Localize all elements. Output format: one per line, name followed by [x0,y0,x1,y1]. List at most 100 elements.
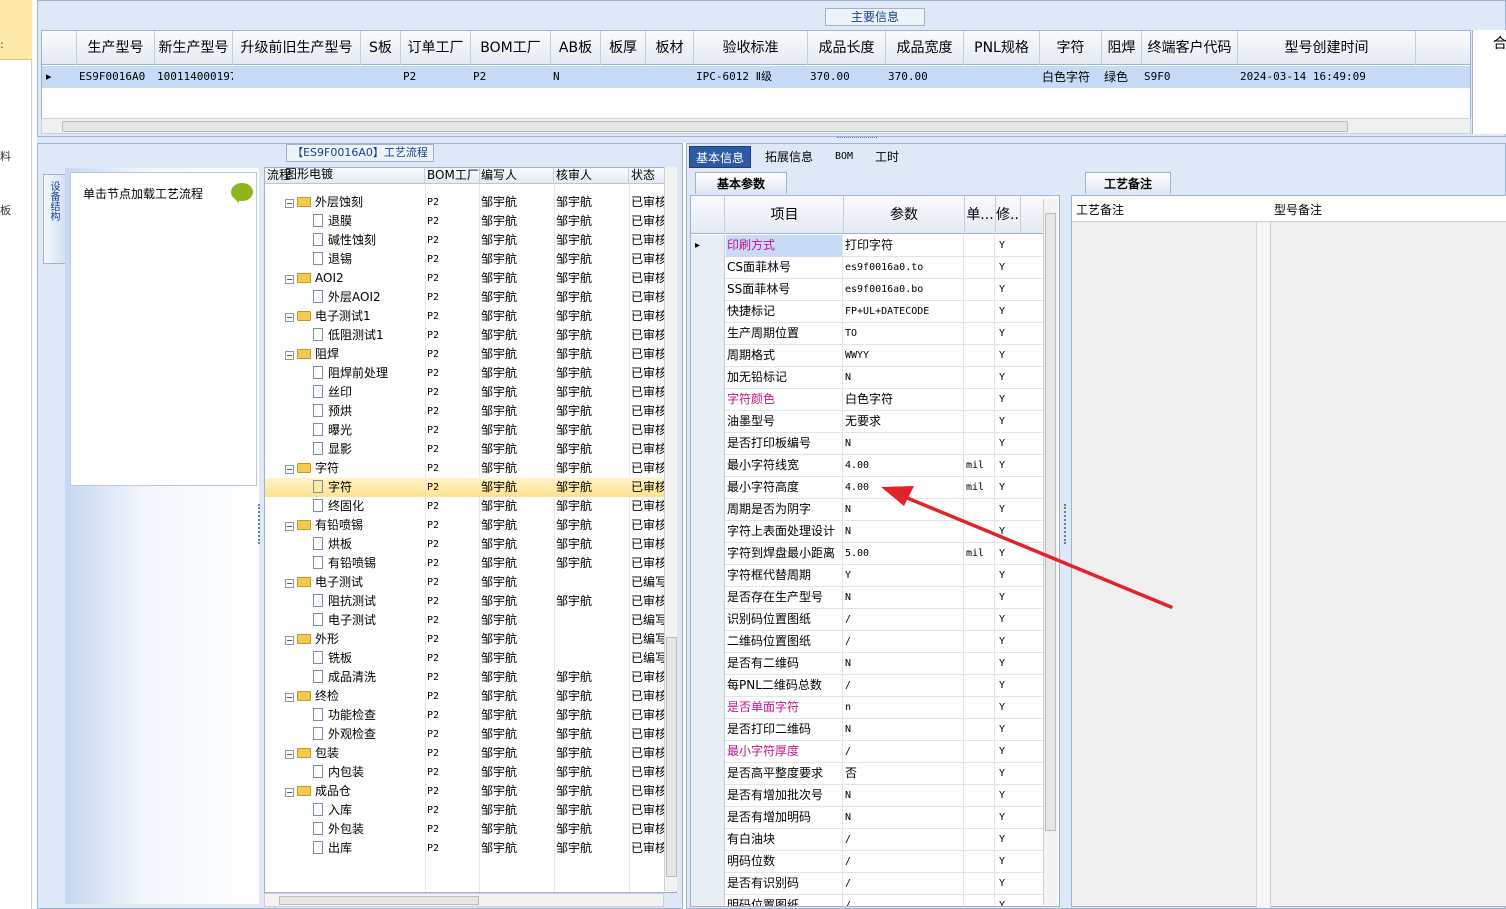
notes-vscrollbar[interactable] [1256,222,1270,908]
row-header[interactable] [691,367,725,389]
cell-param[interactable]: 5.00 [844,543,964,565]
row-header[interactable] [691,543,725,565]
cell-param[interactable]: N [844,433,964,455]
table-row[interactable]: 周期格式 WWYY Y [691,345,1049,367]
table-row[interactable]: 是否高平整度要求否 Y [691,763,1049,785]
row-header[interactable] [691,741,725,763]
row-header[interactable] [691,565,725,587]
row-header[interactable] [691,631,725,653]
column-header[interactable]: 参数 [844,196,965,234]
row-header[interactable] [691,719,725,741]
collapse-icon[interactable]: − [285,750,294,759]
collapse-icon[interactable]: − [285,579,294,588]
cell-param[interactable]: N [844,785,964,807]
column-header[interactable]: 单... [965,196,996,234]
tree-row[interactable]: 低阻测试1 P2 邹宇航 邹宇航 已审核 [265,326,665,345]
row-header[interactable] [691,653,725,675]
tree-row[interactable]: 内包装 P2 邹宇航 邹宇航 已审核 [265,763,665,782]
table-row[interactable]: 生产周期位置 TO Y [691,323,1049,345]
tree-row[interactable]: 出库 P2 邹宇航 邹宇航 已审核 [265,839,665,858]
column-header[interactable]: S板 [361,31,401,65]
collapse-icon[interactable]: − [285,636,294,645]
cell-param[interactable]: WWYY [844,345,964,367]
left-nav-item-2[interactable]: 料 [0,148,11,164]
collapse-icon[interactable]: − [285,465,294,474]
cell-param[interactable]: N [844,521,964,543]
table-row[interactable]: 每PNL二维码总数 / Y [691,675,1049,697]
column-header[interactable]: 字符 [1040,31,1102,65]
cell-param[interactable]: / [844,873,964,895]
row-header[interactable] [691,279,725,301]
table-row[interactable]: 是否打印板编号 N Y [691,433,1049,455]
table-row[interactable]: SS面菲林号 es9f0016a0.bo Y [691,279,1049,301]
tree-row[interactable]: 图形电镀 [265,168,665,184]
table-row[interactable]: 是否打印二维码 N Y [691,719,1049,741]
column-header[interactable]: 新生产型号 [155,31,233,65]
table-row[interactable]: ▸ ES9F0016A0 10011400019707 P2 P2 N IPC-6012 Ⅱ… [42,66,1470,88]
row-header[interactable] [691,389,725,411]
collapse-icon[interactable]: − [285,788,294,797]
tree-row[interactable]: − 有铅喷锡 P2 邹宇航 邹宇航 已审核 [265,516,665,535]
tree-row[interactable]: 外包装 P2 邹宇航 邹宇航 已审核 [265,820,665,839]
table-row[interactable]: CS面菲林号 es9f0016a0.to Y [691,257,1049,279]
row-header[interactable] [691,323,725,345]
row-header[interactable] [691,851,725,873]
table-row[interactable]: 油墨型号 无要求 Y [691,411,1049,433]
row-header[interactable] [691,455,725,477]
row-header[interactable] [691,345,725,367]
cell-param[interactable]: TO [844,323,964,345]
col-model-note[interactable]: 型号备注 [1274,201,1322,218]
row-header[interactable] [691,697,725,719]
table-row[interactable]: 是否有增加批次号 N Y [691,785,1049,807]
collapse-icon[interactable]: − [285,199,294,208]
scroll-thumb[interactable] [1045,213,1056,831]
tab-basic-info[interactable]: 基本信息 [689,146,752,168]
collapse-icon[interactable]: − [285,351,294,360]
tree-row[interactable]: 烘板 P2 邹宇航 邹宇航 已审核 [265,535,665,554]
column-header[interactable]: BOM工厂 [471,31,551,65]
left-nav-highlight[interactable]: : [0,0,32,60]
table-row[interactable]: ▸ 印刷方式 打印字符 Y [691,235,1049,257]
table-row[interactable]: 明码位置图纸 / Y [691,895,1049,906]
tab-basic-params[interactable]: 基本参数 [695,172,787,194]
table-row[interactable]: 二维码位置图纸 / Y [691,631,1049,653]
process-tree-hscrollbar[interactable] [264,893,664,907]
row-header[interactable] [691,895,725,906]
table-row[interactable]: 字符颜色 白色字符 Y [691,389,1049,411]
table-row[interactable]: 最小字符厚度 / Y [691,741,1049,763]
row-header[interactable]: ▸ [691,235,725,257]
left-nav-item-3[interactable]: 板 [0,202,11,218]
row-header[interactable] [691,873,725,895]
tree-row[interactable]: 外观检查 P2 邹宇航 邹宇航 已审核 [265,725,665,744]
tree-row[interactable]: 预烘 P2 邹宇航 邹宇航 已审核 [265,402,665,421]
cell-param[interactable]: N [844,807,964,829]
tree-row[interactable]: − 字符 P2 邹宇航 邹宇航 已审核 [265,459,665,478]
main-grid-hscrollbar[interactable] [41,118,1471,134]
row-header[interactable] [691,785,725,807]
row-header[interactable] [691,829,725,851]
basic-params-vscrollbar[interactable] [1043,199,1057,905]
column-header[interactable]: 修... [996,196,1021,234]
cell-param[interactable]: 4.00 [844,455,964,477]
tab-equipment-structure[interactable]: 设备结构 [43,174,65,264]
tree-row[interactable]: 曝光 P2 邹宇航 邹宇航 已审核 [265,421,665,440]
column-header[interactable]: PNL规格 [964,31,1040,65]
tab-bom[interactable]: BOM [829,146,859,168]
table-row[interactable]: 最小字符高度 4.00 mil Y [691,477,1049,499]
tree-row[interactable]: − AOI2 P2 邹宇航 邹宇航 已审核 [265,269,665,288]
tree-row[interactable]: 功能检查 P2 邹宇航 邹宇航 已审核 [265,706,665,725]
tree-row[interactable]: 丝印 P2 邹宇航 邹宇航 已审核 [265,383,665,402]
table-row[interactable]: 有白油块 / Y [691,829,1049,851]
table-row[interactable]: 是否单面字符 n Y [691,697,1049,719]
vertical-splitter-left[interactable] [258,504,262,544]
table-row[interactable]: 是否存在生产型号 N Y [691,587,1049,609]
tree-row[interactable]: − 终检 P2 邹宇航 邹宇航 已审核 [265,687,665,706]
table-row[interactable]: 加无铅标记 N Y [691,367,1049,389]
column-header[interactable]: 成品宽度 [886,31,964,65]
column-header[interactable]: 验收标准 [694,31,808,65]
column-header[interactable]: AB板 [551,31,601,65]
collapse-icon[interactable]: − [285,522,294,531]
table-row[interactable]: 识别码位置图纸 / Y [691,609,1049,631]
tree-row[interactable]: 字符 P2 邹宇航 邹宇航 已审核 [265,478,665,497]
load-process-box[interactable]: 单击节点加载工艺流程 [70,172,257,486]
